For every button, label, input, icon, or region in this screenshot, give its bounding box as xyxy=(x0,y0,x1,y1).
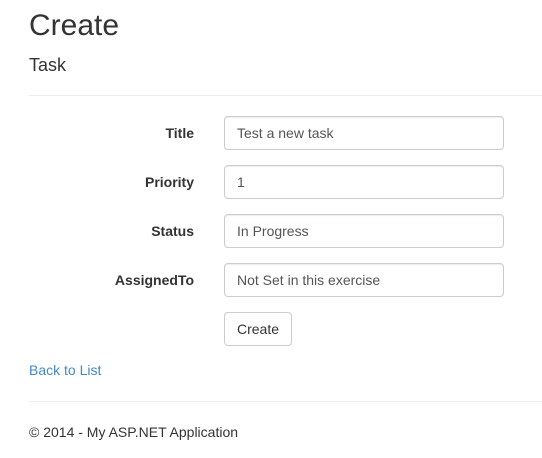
form-row-status: Status xyxy=(0,214,542,248)
assignedto-label: AssignedTo xyxy=(114,272,194,288)
back-to-list-link[interactable]: Back to List xyxy=(29,361,101,379)
page-title: Create xyxy=(29,9,120,42)
status-input[interactable] xyxy=(224,214,504,248)
form-row-priority: Priority xyxy=(0,165,542,199)
divider-footer xyxy=(29,401,542,402)
status-label: Status xyxy=(151,223,194,239)
priority-label: Priority xyxy=(144,174,194,190)
divider-top xyxy=(29,95,542,96)
priority-input[interactable] xyxy=(224,165,504,199)
page: Create Task Title Priority Status Assign… xyxy=(0,0,542,458)
entity-subtitle: Task xyxy=(29,55,67,75)
create-button[interactable]: Create xyxy=(224,312,293,346)
footer-copyright: © 2014 - My ASP.NET Application xyxy=(29,424,239,440)
title-input[interactable] xyxy=(224,116,504,150)
form-row-assignedto: AssignedTo xyxy=(0,263,542,297)
assignedto-input[interactable] xyxy=(224,263,504,297)
form-row-title: Title xyxy=(0,116,542,150)
title-label: Title xyxy=(165,125,194,141)
